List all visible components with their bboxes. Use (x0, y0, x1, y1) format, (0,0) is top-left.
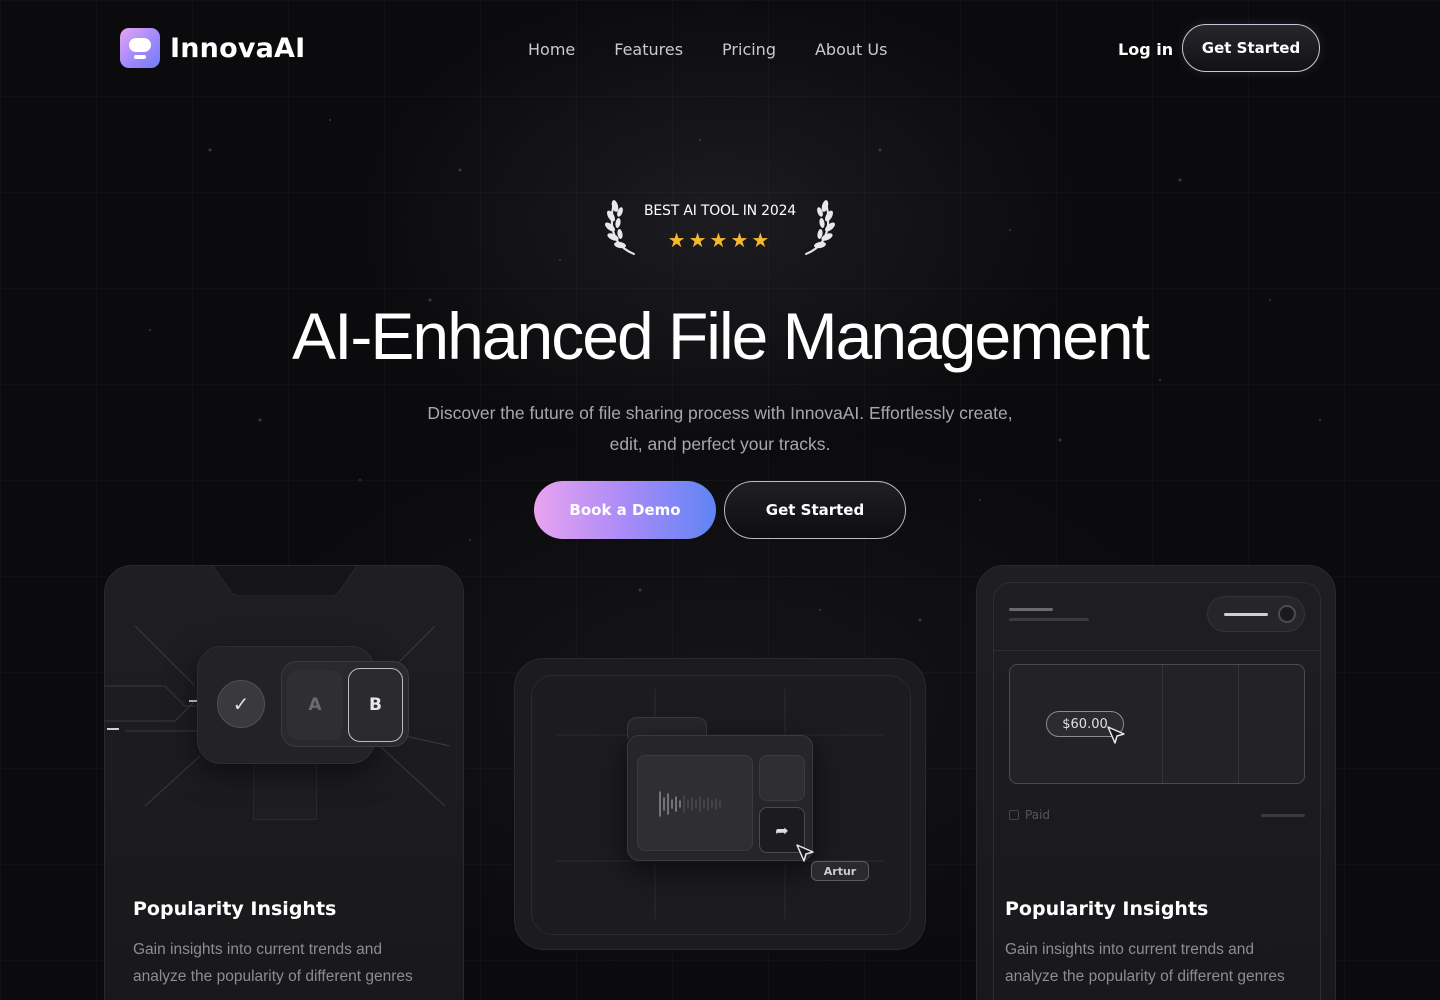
hero-title: AI-Enhanced File Management (292, 299, 1150, 373)
hero-get-started-button[interactable]: Get Started (724, 481, 906, 539)
panel-divider (1238, 665, 1239, 783)
login-link[interactable]: Log in (1118, 40, 1173, 59)
card-right-title: Popularity Insights (1005, 898, 1209, 920)
divider (993, 650, 1321, 651)
nav-link-home[interactable]: Home (528, 40, 575, 59)
waveform-icon (659, 791, 721, 817)
header-line (1009, 608, 1053, 611)
nav-link-features[interactable]: Features (614, 40, 683, 59)
option-a-button[interactable]: A (287, 670, 343, 740)
feature-card-left: ✓ A B Popularity Insights Gain insights … (104, 565, 464, 1000)
option-b-button[interactable]: B (348, 668, 403, 742)
laurel-right-icon (805, 200, 835, 255)
device-stand (253, 762, 317, 820)
file-tile[interactable] (759, 755, 805, 801)
nav-link-about-us[interactable]: About Us (815, 40, 887, 59)
nav-get-started-button[interactable]: Get Started (1182, 24, 1320, 72)
hero-subtitle-line-1: Discover the future of file sharing proc… (427, 403, 1013, 423)
hero-subtitle-line-2: edit, and perfect your tracks. (609, 434, 831, 454)
toggle-bar (1224, 613, 1268, 616)
top-navigation: InnovaAI Home Features Pricing About Us … (0, 0, 1440, 96)
logo-icon (120, 28, 160, 68)
hero-subtitle: Discover the future of file sharing proc… (370, 398, 1070, 460)
row-placeholder-line (1261, 814, 1305, 817)
nav-links: Home Features Pricing About Us (528, 40, 887, 59)
nav-link-pricing[interactable]: Pricing (722, 40, 776, 59)
card-right-description: Gain insights into current trends and an… (1005, 941, 1285, 985)
checkmark-icon: ✓ (217, 680, 265, 728)
paid-label: Paid (1025, 808, 1051, 822)
header-subline (1009, 618, 1089, 621)
toggle-knob (1278, 605, 1296, 623)
card-left-title: Popularity Insights (133, 898, 337, 920)
card-left-description: Gain insights into current trends and an… (133, 941, 413, 985)
pricing-panel: $60.00 (1009, 664, 1305, 784)
brand-logo[interactable]: InnovaAI (120, 28, 305, 68)
panel-divider (1162, 665, 1163, 783)
book-demo-button[interactable]: Book a Demo (534, 481, 716, 539)
cursor-icon (1107, 726, 1125, 744)
paid-checkbox[interactable] (1009, 810, 1019, 820)
audio-file-tile[interactable] (637, 755, 753, 851)
feature-card-middle: ➦ Artur (514, 658, 926, 950)
award-badge: BEST AI TOOL IN 2024 ★★★★★ (600, 190, 840, 260)
toggle-switch[interactable] (1207, 596, 1305, 632)
brand-name: InnovaAI (170, 32, 306, 64)
feature-card-right: $60.00 Paid Popularity Insights Gain ins… (976, 565, 1336, 1000)
paid-row: Paid (1009, 808, 1050, 822)
user-tag: Artur (811, 861, 869, 881)
